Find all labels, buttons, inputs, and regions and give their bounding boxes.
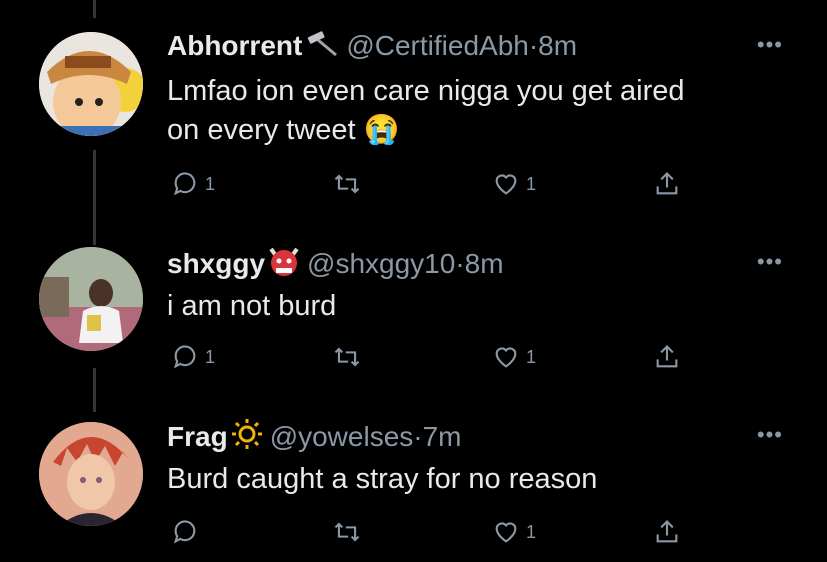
share-icon — [656, 172, 678, 195]
retweet-icon — [334, 174, 360, 194]
share-button[interactable] — [653, 170, 681, 198]
reply-button[interactable]: 1 — [171, 170, 215, 198]
retweet-icon — [334, 347, 360, 367]
avatar[interactable] — [39, 422, 143, 526]
share-button[interactable] — [653, 343, 681, 371]
thread-line — [93, 0, 96, 18]
hammer-icon — [304, 30, 340, 66]
retweet-icon — [334, 522, 360, 542]
share-icon — [656, 345, 678, 368]
avatar[interactable] — [39, 32, 143, 136]
tweet-text: Lmfao ion even care nigga you get aired … — [167, 72, 685, 150]
retweet-button[interactable] — [332, 343, 368, 371]
tweet-header: Frag @yowelses·7m — [167, 418, 462, 459]
retweet-button[interactable] — [332, 170, 368, 198]
reply-icon — [173, 345, 196, 369]
user-handle[interactable]: @CertifiedAbh — [346, 30, 529, 61]
reply-icon — [173, 172, 196, 196]
avatar[interactable] — [39, 247, 143, 351]
tweet-text: Burd caught a stray for no reason — [167, 460, 597, 499]
reply-count: 1 — [205, 173, 216, 194]
reply-count: 1 — [205, 346, 216, 367]
heart-icon — [495, 522, 517, 543]
heart-icon — [495, 174, 517, 195]
like-button[interactable]: 1 — [492, 170, 536, 198]
tweet-actions: 1 1 — [167, 170, 687, 206]
like-button[interactable]: 1 — [492, 518, 536, 546]
tweet-text-line: on every tweet — [167, 114, 356, 146]
loudly-crying-emoji: 😭 — [363, 114, 400, 146]
reply-icon — [173, 520, 196, 544]
user-handle[interactable]: @yowelses — [270, 421, 414, 452]
share-icon — [656, 520, 678, 543]
tweet-header: shxggy @shxggy10·8m — [167, 245, 504, 286]
more-options-icon[interactable]: ••• — [757, 422, 783, 448]
share-button[interactable] — [653, 518, 681, 546]
timestamp[interactable]: 8m — [465, 248, 504, 279]
heart-icon — [495, 347, 517, 368]
ogre-icon — [267, 245, 301, 286]
display-name[interactable]: Abhorrent — [167, 30, 302, 61]
timestamp[interactable]: 8m — [538, 30, 577, 61]
separator-dot: · — [455, 247, 465, 279]
tweet-actions: 1 — [167, 518, 687, 554]
like-count: 1 — [526, 521, 537, 542]
timestamp[interactable]: 7m — [423, 421, 462, 452]
sun-icon — [230, 418, 264, 459]
tweet[interactable]: Frag @yowelses·7m ••• Burd caught a stray… — [0, 418, 827, 562]
user-handle[interactable]: @shxggy10 — [307, 248, 455, 279]
tweet-text: i am not burd — [167, 287, 336, 326]
more-options-icon[interactable]: ••• — [757, 32, 783, 58]
tweet-text-line: Burd caught a stray for no reason — [167, 463, 598, 495]
tweet[interactable]: shxggy @shxggy10·8m ••• i am not burd 1 1 — [0, 245, 827, 385]
tweet-header: Abhorrent @CertifiedAbh·8m — [167, 28, 577, 66]
tweet[interactable]: Abhorrent @CertifiedAbh·8m ••• Lmfao ion … — [0, 28, 827, 218]
retweet-button[interactable] — [332, 518, 368, 546]
like-count: 1 — [526, 173, 537, 194]
like-count: 1 — [526, 346, 537, 367]
tweet-text-line: Lmfao ion even care nigga you get aired — [167, 75, 685, 107]
tweet-text-line: i am not burd — [167, 290, 337, 322]
more-options-icon[interactable]: ••• — [757, 249, 783, 275]
reply-button[interactable] — [171, 518, 205, 546]
tweet-actions: 1 1 — [167, 343, 687, 379]
display-name[interactable]: Frag — [167, 421, 228, 452]
display-name[interactable]: shxggy — [167, 248, 265, 279]
separator-dot: · — [413, 420, 423, 452]
like-button[interactable]: 1 — [492, 343, 536, 371]
reply-button[interactable]: 1 — [171, 343, 215, 371]
separator-dot: · — [528, 30, 539, 61]
